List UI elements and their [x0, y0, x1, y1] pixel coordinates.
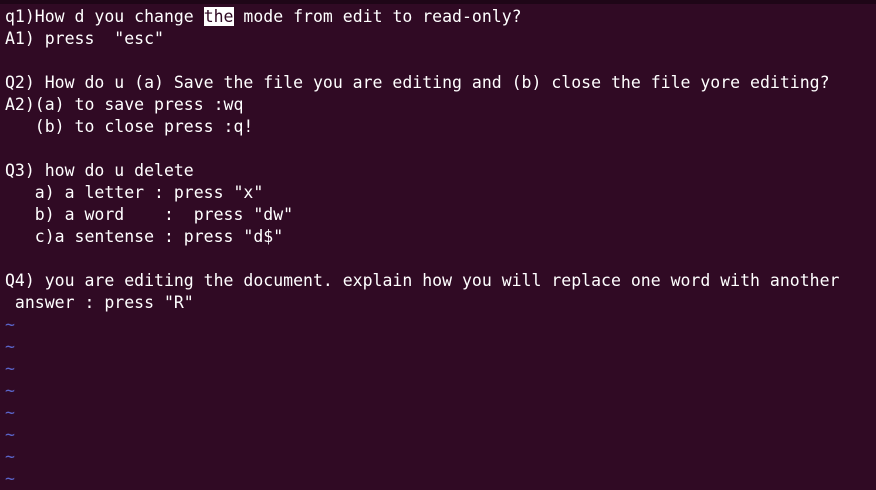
empty-line-marker: ~ [5, 315, 15, 334]
empty-line-marker: ~ [5, 337, 15, 356]
buffer-line-12 [5, 248, 839, 270]
empty-line-marker: ~ [5, 425, 15, 444]
empty-line-marker: ~ [5, 359, 15, 378]
empty-line-marker: ~ [5, 469, 15, 488]
buffer-line-11: c)a sentense : press "d$" [5, 227, 284, 246]
line-1-after: mode from edit to read-only? [233, 7, 522, 26]
buffer-line-13: Q4) you are editing the document. explai… [5, 271, 840, 290]
line-1-before: q1)How d you change [5, 7, 204, 26]
empty-line-marker: ~ [5, 447, 15, 466]
buffer-line-8: Q3) how do u delete [5, 161, 194, 180]
empty-line-marker: ~ [5, 403, 15, 422]
vim-buffer[interactable]: q1)How d you change the mode from edit t… [5, 6, 839, 490]
empty-line-marker: ~ [5, 381, 15, 400]
buffer-line-3 [5, 50, 839, 72]
buffer-line-4: Q2) How do u (a) Save the file you are e… [5, 73, 830, 92]
search-highlight: the [203, 7, 234, 26]
buffer-line-14: answer : press "R" [5, 293, 194, 312]
buffer-line-1: q1)How d you change the mode from edit t… [5, 6, 839, 28]
window-top-edge [0, 0, 876, 4]
buffer-line-2: A1) press "esc" [5, 29, 164, 48]
terminal-window[interactable]: q1)How d you change the mode from edit t… [0, 0, 876, 490]
buffer-line-7 [5, 138, 839, 160]
buffer-line-10: b) a word : press "dw" [5, 205, 294, 224]
buffer-line-9: a) a letter : press "x" [5, 183, 264, 202]
buffer-line-5: A2)(a) to save press :wq [5, 95, 244, 114]
buffer-line-6: (b) to close press :q! [5, 117, 254, 136]
